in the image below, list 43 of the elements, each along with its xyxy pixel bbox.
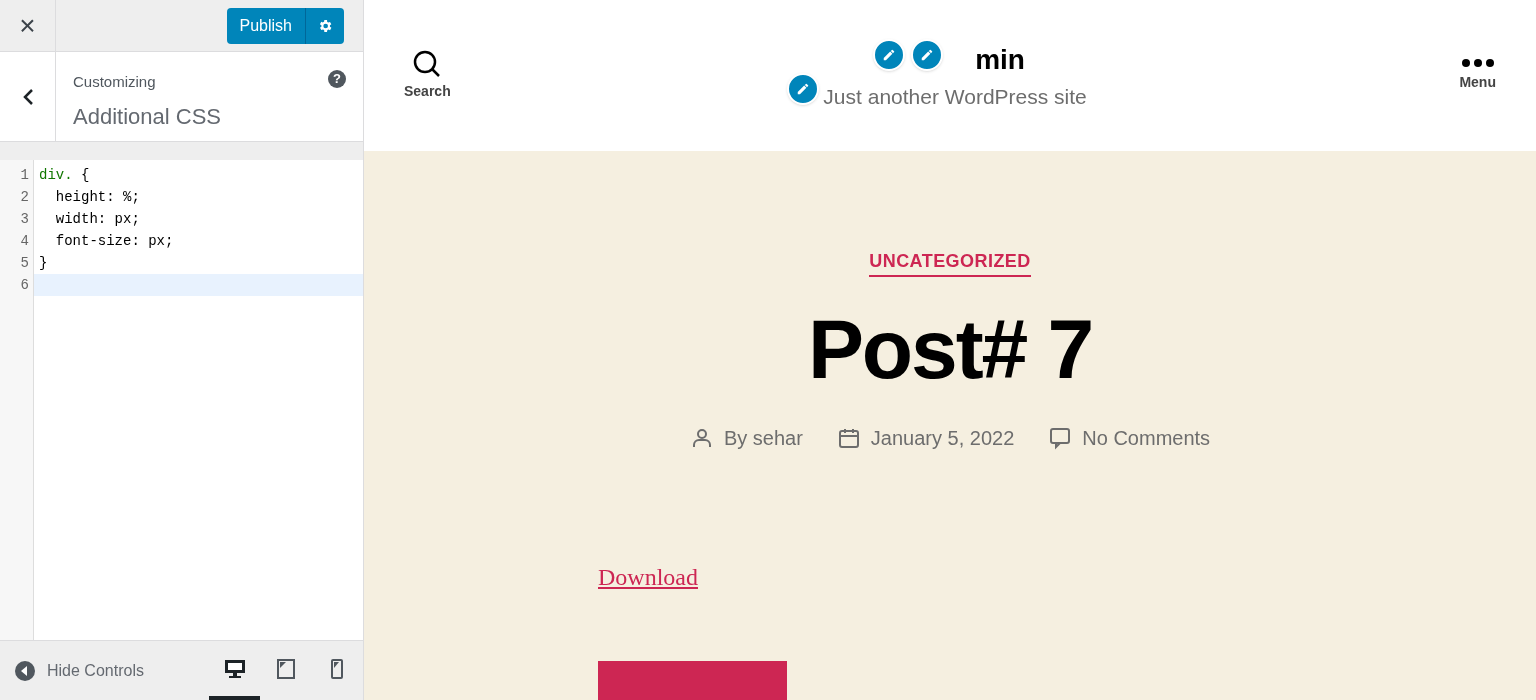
edit-shortcut-button[interactable]: [873, 38, 906, 71]
hide-controls-button[interactable]: Hide Controls: [0, 658, 144, 683]
download-link[interactable]: Download: [598, 564, 698, 591]
menu-button[interactable]: Menu: [1459, 58, 1496, 94]
line-number: 2: [19, 188, 30, 207]
post-meta: No Comments: [1082, 426, 1211, 452]
calendar-icon: [836, 426, 861, 451]
post-meta[interactable]: By sehar: [723, 423, 803, 454]
code-text: font-size: px;: [54, 233, 174, 249]
code-text: height: %;: [54, 189, 140, 205]
desktop-icon: [223, 658, 246, 679]
site-tagline: Just another WordPress site: [823, 83, 1087, 110]
comment-icon: [1048, 426, 1073, 451]
chevron-left-icon: [21, 87, 34, 106]
site-title: min: [975, 42, 1025, 77]
pencil-icon: [796, 81, 811, 96]
line-number: 1: [19, 166, 30, 185]
code-text: width: px;: [54, 211, 140, 227]
gear-icon: [317, 17, 333, 34]
pencil-icon: [920, 47, 935, 62]
close-button[interactable]: ×: [0, 0, 56, 51]
code-editor[interactable]: 1 2 3 4 5 6 div. { height: %; width: px; font-size: px; }: [0, 160, 363, 640]
post-meta: January 5, 2022: [870, 426, 1015, 452]
tablet-icon: [276, 658, 295, 679]
code-text: }: [39, 255, 48, 271]
mobile-icon: [330, 658, 343, 679]
code-text: {: [80, 167, 90, 183]
code-text: div.: [39, 167, 73, 183]
line-number: 4: [19, 232, 30, 251]
edit-shortcut-button[interactable]: [911, 38, 944, 71]
menu-icon: [1460, 58, 1495, 69]
section-title: Additional CSS: [73, 102, 222, 131]
help-icon[interactable]: ?: [328, 70, 346, 88]
pencil-icon: [882, 47, 897, 62]
post-title: Post# 7: [807, 301, 1093, 399]
section-subtitle: Customizing: [73, 72, 156, 92]
category-link[interactable]: UNCATEGORIZED: [869, 248, 1031, 278]
line-number: 6: [19, 276, 30, 295]
edit-shortcut-button[interactable]: [787, 72, 820, 105]
arrow-left-circle-icon: [15, 660, 35, 681]
line-number: 5: [19, 254, 30, 273]
search-button[interactable]: Search: [404, 49, 451, 103]
line-number: 3: [19, 210, 30, 229]
